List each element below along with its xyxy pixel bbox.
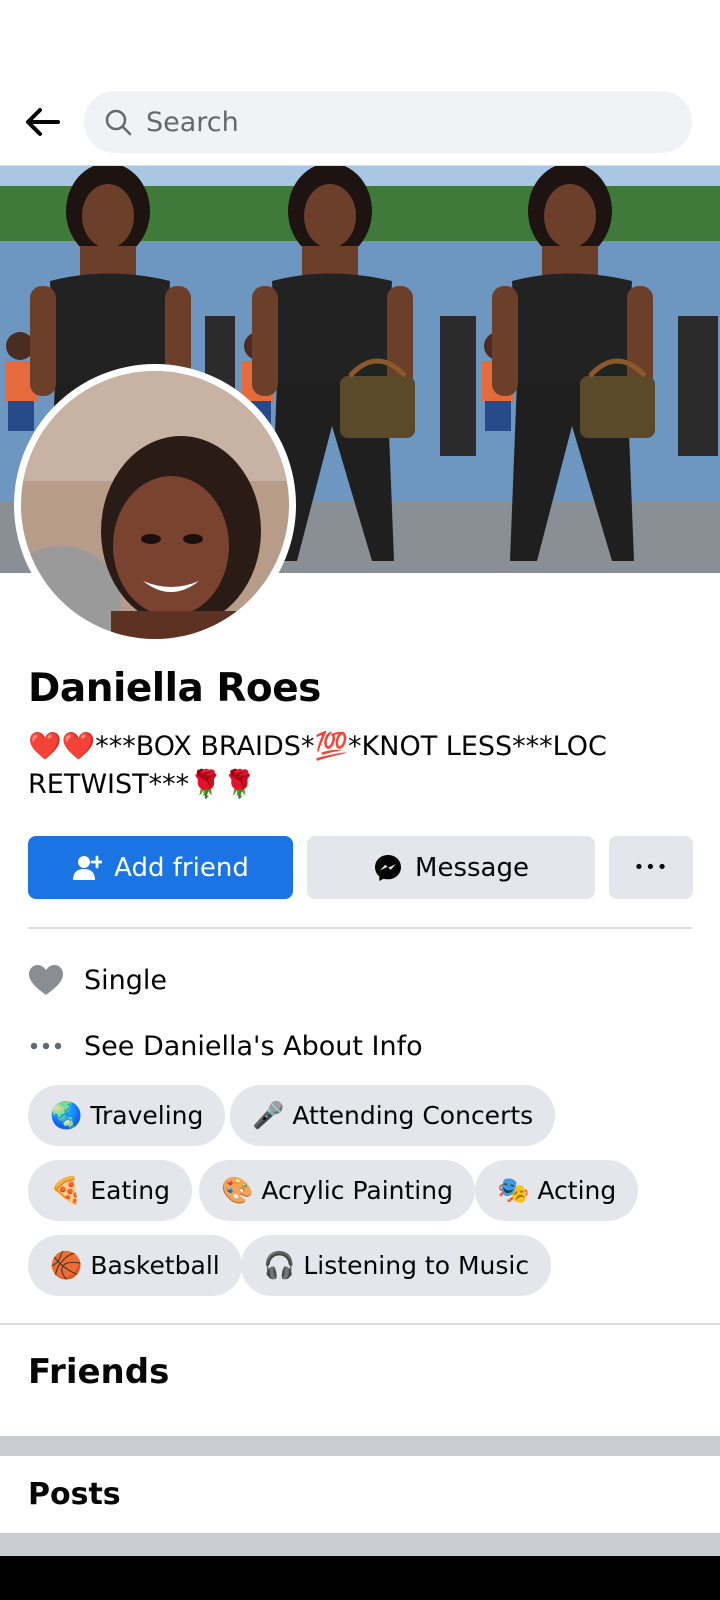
heart-icon [28,964,64,996]
hobby-label: Eating [90,1176,170,1205]
headphones-icon: 🎧 [263,1250,296,1281]
system-navigation-bar [0,1556,720,1600]
posts-section-title: Posts [28,1477,121,1512]
profile-name: Daniella Roes [28,666,321,711]
hobby-chip[interactable]: 🏀 Basketball [28,1235,242,1296]
relationship-label: Single [84,964,168,996]
more-options-icon: ••• [633,857,669,878]
more-dots-icon [28,1042,64,1050]
top-bar [0,0,720,166]
globe-icon: 🌏 [50,1100,83,1131]
hobby-label: Attending Concerts [292,1101,534,1130]
profile-picture[interactable] [14,364,296,646]
hobby-chip[interactable]: 🎧 Listening to Music [241,1235,552,1296]
hobby-label: Acrylic Painting [261,1176,453,1205]
search-icon [105,109,132,136]
hobby-label: Listening to Music [303,1251,530,1280]
microphone-icon: 🎤 [252,1100,285,1131]
messenger-icon [373,853,403,883]
palette-icon: 🎨 [221,1175,254,1206]
section-separator [0,1533,720,1556]
hobby-chip[interactable]: 🍕 Eating [28,1160,192,1221]
search-input[interactable] [146,106,666,138]
add-friend-icon [72,854,103,882]
hobby-chip[interactable]: 🌏 Traveling [28,1085,226,1146]
hobby-label: Acting [537,1176,617,1205]
add-friend-label: Add friend [114,852,249,883]
hobby-label: Basketball [90,1251,220,1280]
about-info-link[interactable]: See Daniella's About Info [28,1026,423,1066]
hobby-chip[interactable]: 🎨 Acrylic Painting [199,1160,475,1221]
hobby-chip[interactable]: 🎤 Attending Concerts [230,1085,556,1146]
about-info-label: See Daniella's About Info [84,1030,423,1062]
search-bar[interactable] [84,91,692,153]
theater-masks-icon: 🎭 [497,1175,530,1206]
basketball-icon: 🏀 [50,1250,83,1281]
friends-section-title: Friends [28,1352,170,1392]
hobby-chip[interactable]: 🎭 Acting [475,1160,639,1221]
message-button[interactable]: Message [307,836,595,899]
relationship-status: Single [28,960,167,1000]
pizza-icon: 🍕 [50,1175,83,1206]
profile-bio: ❤️❤️***BOX BRAIDS*💯*KNOT LESS***LOC RETW… [28,731,607,800]
cover-photo-tile [480,166,720,573]
add-friend-button[interactable]: Add friend [28,836,293,899]
section-separator [0,1436,720,1456]
divider [28,927,692,929]
back-button[interactable] [18,98,66,146]
back-arrow-icon [26,108,60,136]
more-options-button[interactable]: ••• [609,836,693,899]
message-label: Message [415,852,529,883]
avatar [21,371,289,639]
hobby-label: Traveling [90,1101,204,1130]
section-divider [0,1323,720,1325]
